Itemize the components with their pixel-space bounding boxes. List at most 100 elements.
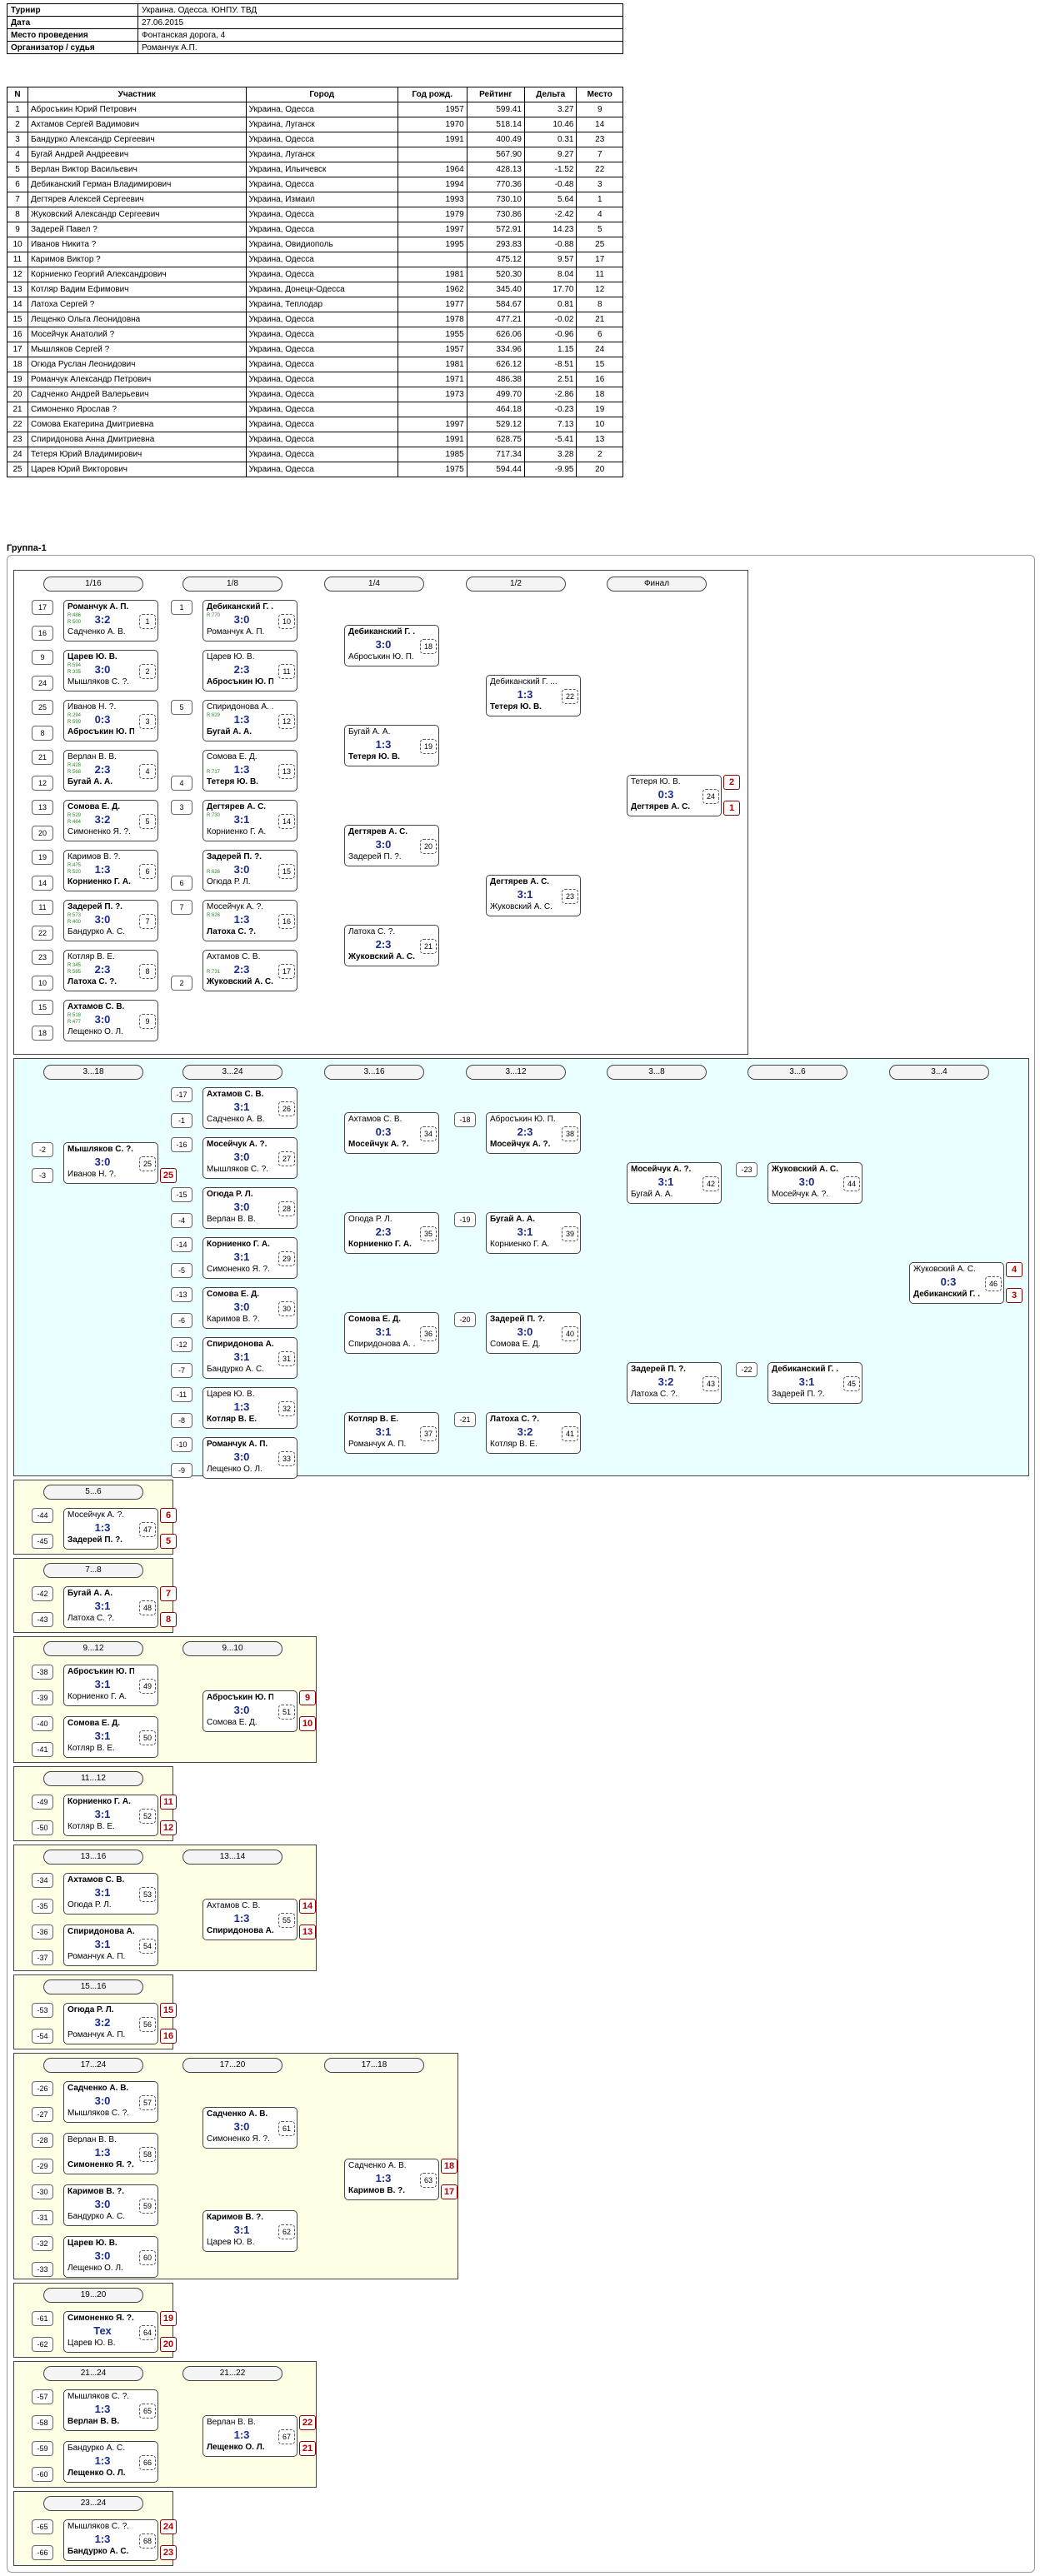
player-top: Латоха С. ?. [348,927,396,936]
player-top: Задерей П. ?. [207,852,262,861]
match-number: 59 [139,2199,156,2214]
match-5: Сомова Е. Д. 3:2 Симоненко Я. ?. 5 R:529 R:46… [63,800,158,841]
round-header: 3...12 [466,1065,566,1080]
rating-top: R:529 [68,813,82,818]
match-score: 3:2 [517,1425,533,1438]
match-score: 1:3 [375,2172,392,2184]
rating-top: R:294 [68,713,82,718]
match-score: 3:2 [94,2016,111,2029]
match-67: Верлан В. В. 1:3 Лещенко О. Л. 67 [202,2415,298,2457]
seed-number: -27 [32,2107,53,2122]
match-number: 35 [420,1226,437,1241]
match-17: Ахтамов С. В. 2:3 Жуковский А. С. 17 R:731 [202,950,298,991]
seed-number: -43 [32,1612,53,1627]
match-number: 30 [278,1301,295,1316]
match-number: 58 [139,2147,156,2162]
player-top: Ахтамов С. В. [68,1002,125,1011]
match-number: 20 [420,839,437,854]
match-39: Бугай А. А. 3:1 Корниенко Г. А. 39 [486,1212,581,1254]
player-bottom: Спиридонова А. ... [348,1340,415,1349]
match-number: 26 [278,1101,295,1116]
player-bottom: Мосейчук А. ?. [348,1140,409,1149]
seed-number: -62 [32,2337,53,2352]
match-number: 13 [278,764,295,779]
match-22: Дебиканский Г. ... 1:3 Тетеря Ю. В. 22 [486,675,581,716]
match-score: 1:3 [94,2533,111,2545]
player-bottom: Задерей П. ?. [772,1390,825,1399]
round-header: 3...8 [607,1065,707,1080]
player-bottom: Мышляков С. ?. [68,2109,130,2118]
player-top: Сомова Е. Д. [207,1290,260,1299]
match-number: 56 [139,2017,156,2032]
match-number: 31 [278,1351,295,1366]
match-score: 3:1 [375,1425,392,1438]
round-header: 13...14 [182,1850,282,1865]
rating-top: R:594 [68,663,82,668]
player-bottom: Романчук А. П. [68,2030,126,2039]
seed-number: 16 [32,626,53,641]
match-score: 3:0 [798,1176,815,1188]
player-top: Дегтярев А. С. [207,802,267,811]
seed-number: -26 [32,2081,53,2096]
player-top: Иванов Н. ?. [68,702,117,711]
seed-number: 22 [32,926,53,941]
round-header: 3...4 [889,1065,989,1080]
player-bottom: Бандурко А. С. [68,2547,129,2556]
match-66: Бандурко А. С. 1:3 Лещенко О. Л. 66 [63,2441,158,2483]
player-bottom: Бандурко А. С. [68,927,125,936]
player-top: Садченко А. В. [68,2084,129,2093]
player-bottom: Котляр В. Е. [68,1744,115,1753]
player-top: Жуковский А. С. [772,1165,838,1174]
match-score: 3:0 [375,638,392,651]
match-42: Мосейчук А. ?. 3:1 Бугай А. А. 42 [627,1162,722,1204]
seed-number: -35 [32,1899,53,1914]
player-top: Ахтамов С. В. [207,1090,264,1099]
match-18: Дебиканский Г. ... 3:0 Абросъкин Ю. П. 18 [344,625,439,666]
final-place: 18 [441,2159,458,2174]
match-number: 14 [278,814,295,829]
player-top: Бандурко А. С. [68,2444,125,2453]
seed-number: -61 [32,2311,53,2326]
match-number: 63 [420,2173,437,2188]
seed-number: -30 [32,2184,53,2199]
match-number: 37 [420,1426,437,1441]
match-number: 16 [278,914,295,929]
player-bottom: Абросъкин Ю. П. [68,727,134,736]
player-bottom: Корниенко Г. А. [348,1240,412,1249]
round-header: 19...20 [43,2288,143,2303]
round-header: 3...6 [748,1065,848,1080]
match-number: 60 [139,2250,156,2265]
match-number: 41 [562,1426,578,1441]
seed-number: 4 [171,776,192,791]
match-61: Садченко А. В. 3:0 Симоненко Я. ?. 61 [202,2107,298,2149]
player-bottom: Бандурко А. С. [68,2212,125,2221]
seed-number: 1 [171,600,192,615]
match-49: Абросъкин Ю. П. 3:1 Корниенко Г. А. 49 [63,1665,158,1706]
match-score: 3:0 [233,1151,250,1163]
seed-number: 7 [171,900,192,915]
match-47: Мосейчук А. ?. 1:3 Задерей П. ?. 47 [63,1508,158,1550]
match-41: Латоха С. ?. 3:2 Котляр В. Е. 41 [486,1412,581,1454]
match-number: 61 [278,2121,295,2136]
player-top: Мышляков С. ?. [68,2522,130,2531]
seed-number: 6 [171,876,192,891]
match-40: Задерей П. ?. 3:0 Сомова Е. Д. 40 [486,1312,581,1354]
seed-number: 11 [32,900,53,915]
match-score: 3:0 [233,1201,250,1213]
rating-bottom: R:599 [68,720,82,725]
match-53: Ахтамов С. В. 3:1 Огюда Р. Л. 53 [63,1873,158,1915]
player-top: Сомова Е. Д. [68,802,121,811]
match-number: 28 [278,1201,295,1216]
player-bottom: Огюда Р. Л. [68,1900,112,1910]
match-number: 51 [278,1705,295,1720]
seed-number: 14 [32,876,53,891]
match-score: 3:0 [233,1704,250,1716]
seed-number: -15 [171,1187,192,1202]
player-top: Садченко А. В. [348,2161,407,2170]
round-header: 7...8 [43,1563,143,1578]
match-score: 3:1 [233,2224,250,2236]
player-bottom: Каримов В. ?. [207,1315,260,1324]
player-bottom: Симоненко Я. ?. [68,2160,134,2169]
match-24: Тетеря Ю. В. 0:3 Дегтярев А. С. 24 [627,775,722,816]
match-65: Мышляков С. ?. 1:3 Верлан В. В. 65 [63,2389,158,2431]
